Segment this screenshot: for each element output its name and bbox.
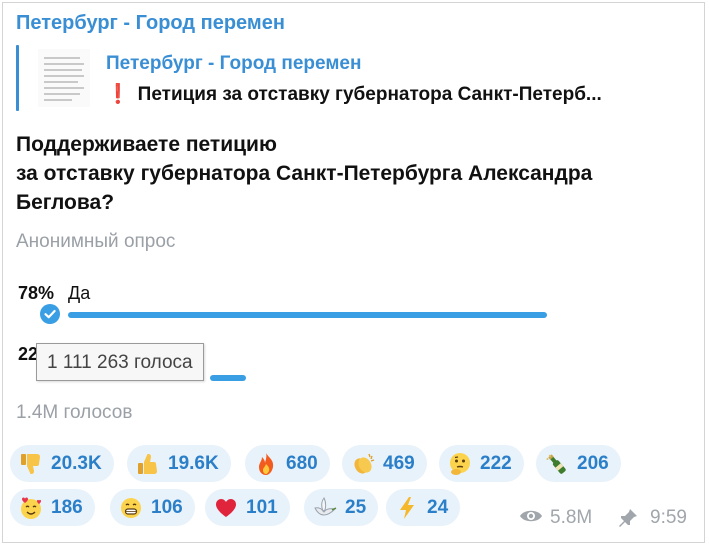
poll-question-line: Беглова?	[16, 191, 115, 214]
option-label: Да	[68, 283, 91, 303]
check-icon	[40, 304, 60, 324]
champagne-icon	[544, 451, 570, 477]
reply-title: Петербург - Город перемен	[106, 53, 362, 74]
clapping-hands-icon	[350, 451, 376, 477]
reaction-count: 24	[427, 496, 449, 518]
reply-text: ❗ Петиция за отставку губернатора Санкт-П…	[106, 82, 602, 106]
thumbs-up-icon	[135, 451, 161, 477]
reaction-smiling-hearts[interactable]: 186	[10, 489, 95, 526]
poll-question: Поддерживаете петицию за отставку губерн…	[16, 130, 592, 217]
reaction-count: 206	[577, 452, 609, 474]
document-thumbnail	[38, 49, 90, 107]
reaction-count: 101	[246, 496, 278, 518]
reaction-clap[interactable]: 469	[342, 445, 427, 482]
message-time: 9:59	[650, 507, 687, 528]
reaction-count: 469	[383, 452, 415, 474]
views-count: 5.8M	[550, 507, 593, 528]
lightning-icon	[394, 495, 420, 521]
reaction-count: 25	[345, 496, 367, 518]
thinking-face-icon	[447, 451, 473, 477]
dove-icon	[312, 495, 338, 521]
option-result-bar[interactable]	[68, 312, 547, 318]
exclamation-icon: ❗	[106, 84, 130, 105]
reaction-thinking[interactable]: 222	[439, 445, 524, 482]
channel-name[interactable]: Петербург - Город перемен	[16, 12, 285, 35]
smiling-face-with-hearts-icon	[18, 495, 44, 521]
reply-accent-bar	[16, 45, 19, 111]
poll-type-label: Анонимный опрос	[16, 231, 176, 252]
poll-question-line: за отставку губернатора Санкт-Петербурга…	[16, 162, 593, 185]
pin-icon	[617, 507, 639, 531]
reaction-count: 186	[51, 496, 83, 518]
poll-question-line: Поддерживаете петицию	[16, 133, 277, 156]
red-heart-icon	[213, 495, 239, 521]
reaction-lightning[interactable]: 24	[386, 489, 461, 526]
fire-icon	[253, 451, 279, 477]
option-result-bar[interactable]	[210, 375, 246, 381]
reaction-grinning[interactable]: 106	[110, 489, 195, 526]
total-votes: 1.4M голосов	[16, 402, 133, 423]
reaction-count: 19.6K	[168, 452, 219, 474]
reaction-count: 222	[480, 452, 512, 474]
grinning-face-icon	[118, 495, 144, 521]
votes-tooltip: 1 111 263 голоса	[36, 343, 204, 381]
reply-preview[interactable]: Петербург - Город перемен ❗ Петиция за от…	[16, 45, 691, 113]
reaction-count: 106	[151, 496, 183, 518]
reaction-fire[interactable]: 680	[245, 445, 330, 482]
reaction-champagne[interactable]: 206	[536, 445, 621, 482]
reaction-count: 680	[286, 452, 318, 474]
reaction-count: 20.3K	[51, 452, 102, 474]
views-icon	[519, 507, 543, 529]
reply-text-label: Петиция за отставку губернатора Санкт-Пе…	[137, 84, 602, 105]
thumbs-down-icon	[18, 451, 44, 477]
reaction-heart[interactable]: 101	[205, 489, 290, 526]
reaction-dove[interactable]: 25	[304, 489, 379, 526]
option-percent: 78%	[18, 283, 55, 303]
reaction-thumbs-down[interactable]: 20.3K	[10, 445, 114, 482]
reaction-thumbs-up[interactable]: 19.6K	[127, 445, 231, 482]
